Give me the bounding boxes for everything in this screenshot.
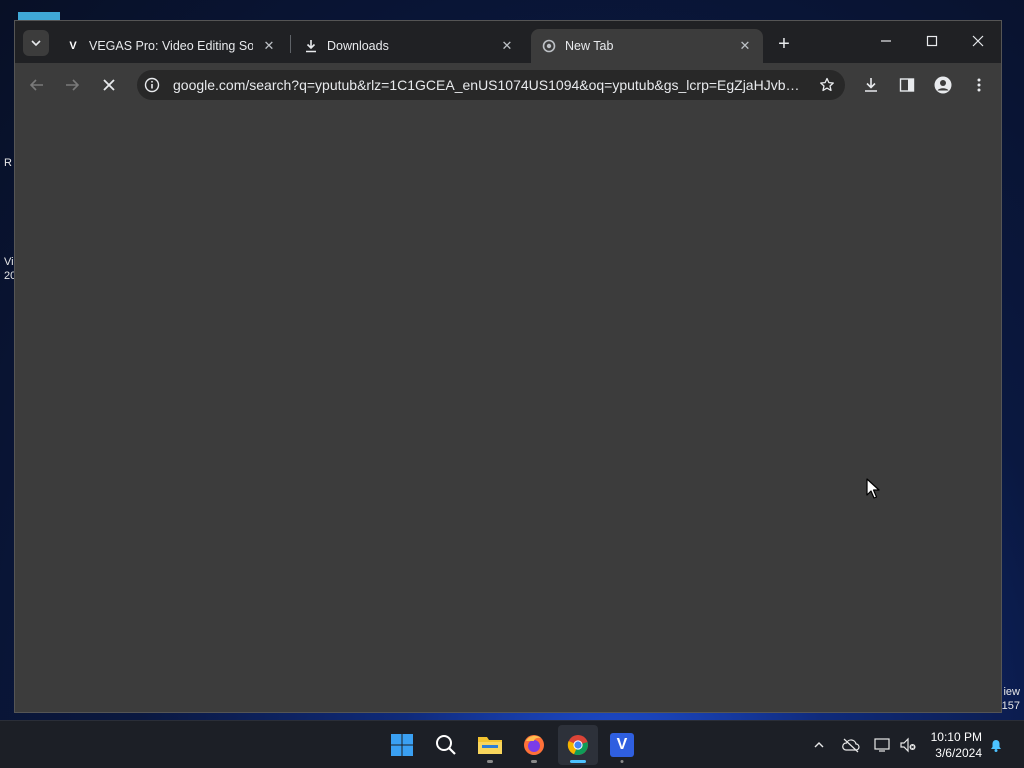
tab-new-tab[interactable]: New Tab ✕ [531, 29, 763, 63]
taskbar-search-button[interactable] [426, 725, 466, 765]
chevron-down-icon [31, 40, 41, 47]
close-icon [103, 79, 115, 91]
running-indicator [487, 760, 493, 763]
tab-search-button[interactable] [23, 30, 49, 56]
desktop-icon-label-fragment[interactable]: Vi [4, 256, 14, 269]
tab-title: Downloads [327, 39, 389, 53]
bookmark-star-icon[interactable] [809, 77, 845, 93]
close-icon[interactable]: ✕ [737, 38, 753, 54]
windows-start-icon [391, 734, 413, 756]
show-hidden-icons-button[interactable] [807, 733, 831, 757]
close-icon[interactable]: ✕ [499, 38, 515, 54]
taskbar: V 10:10 PM 3/6/2024 [0, 720, 1024, 768]
side-panel-button[interactable] [893, 71, 921, 99]
desktop-icon-label-fragment[interactable]: 157 [1002, 700, 1020, 713]
firefox-icon [524, 735, 544, 755]
start-button[interactable] [382, 725, 422, 765]
taskbar-clock[interactable]: 10:10 PM 3/6/2024 [924, 729, 982, 761]
volume-tray-button[interactable] [896, 733, 920, 757]
cloud-off-icon [842, 738, 860, 753]
notifications-button[interactable] [984, 733, 1008, 757]
page-content-area[interactable] [15, 107, 1001, 712]
search-icon [436, 735, 456, 755]
download-icon [865, 78, 877, 92]
browser-window: V VEGAS Pro: Video Editing Softw ✕ Downl… [14, 20, 1002, 713]
side-panel-icon [899, 78, 915, 92]
downloads-button[interactable] [857, 71, 885, 99]
minimize-button[interactable] [863, 21, 909, 61]
desktop-icon-label-fragment[interactable]: iew [1003, 686, 1020, 699]
new-tab-button[interactable]: + [771, 31, 797, 57]
tab-title: VEGAS Pro: Video Editing Softw [89, 39, 253, 53]
speaker-muted-icon [900, 737, 916, 753]
more-vertical-icon [977, 78, 981, 92]
minimize-icon [881, 40, 891, 42]
profile-button[interactable] [929, 71, 957, 99]
vegas-icon: V [610, 733, 634, 757]
folder-icon [478, 737, 502, 754]
tab-separator [290, 35, 291, 53]
tab-strip: V VEGAS Pro: Video Editing Softw ✕ Downl… [15, 21, 1001, 63]
chrome-button[interactable] [558, 725, 598, 765]
address-bar[interactable]: google.com/search?q=yputub&rlz=1C1GCEA_e… [137, 70, 845, 100]
tab-vegas[interactable]: V VEGAS Pro: Video Editing Softw ✕ [55, 29, 287, 63]
onedrive-tray-button[interactable] [839, 733, 863, 757]
vegas-icon-letter: V [616, 736, 628, 753]
forward-button[interactable] [58, 71, 86, 99]
download-icon [303, 38, 319, 54]
vegas-favicon-icon: V [69, 40, 77, 52]
network-icon [874, 738, 890, 752]
firefox-button[interactable] [514, 725, 554, 765]
chrome-icon [567, 735, 588, 756]
running-indicator [531, 760, 537, 763]
close-icon [972, 35, 984, 47]
network-tray-button[interactable] [871, 733, 895, 757]
plus-icon: + [778, 32, 790, 55]
clock-date: 3/6/2024 [935, 746, 982, 760]
chevron-up-icon [814, 742, 824, 748]
close-icon[interactable]: ✕ [261, 38, 277, 54]
browser-toolbar: google.com/search?q=yputub&rlz=1C1GCEA_e… [15, 63, 1001, 107]
url-text[interactable]: google.com/search?q=yputub&rlz=1C1GCEA_e… [167, 77, 809, 93]
back-button[interactable] [23, 71, 51, 99]
active-indicator [570, 760, 586, 763]
mouse-cursor-icon [866, 478, 880, 499]
maximize-icon [926, 35, 938, 47]
file-explorer-button[interactable] [470, 725, 510, 765]
tab-downloads[interactable]: Downloads ✕ [293, 29, 525, 63]
arrow-left-icon [29, 79, 43, 91]
clock-time: 10:10 PM [930, 730, 982, 744]
profile-avatar-icon [934, 76, 952, 94]
site-info-icon[interactable] [137, 77, 167, 93]
bell-icon [991, 740, 1001, 752]
running-indicator [620, 760, 624, 763]
tab-title: New Tab [565, 39, 614, 53]
chrome-menu-button[interactable] [965, 71, 993, 99]
chrome-loading-icon [541, 38, 557, 54]
close-window-button[interactable] [955, 21, 1001, 61]
vegas-button[interactable]: V [602, 725, 642, 765]
desktop-icon-label-fragment[interactable]: R [4, 157, 12, 170]
maximize-button[interactable] [909, 21, 955, 61]
stop-loading-button[interactable] [95, 71, 123, 99]
arrow-right-icon [66, 79, 80, 91]
